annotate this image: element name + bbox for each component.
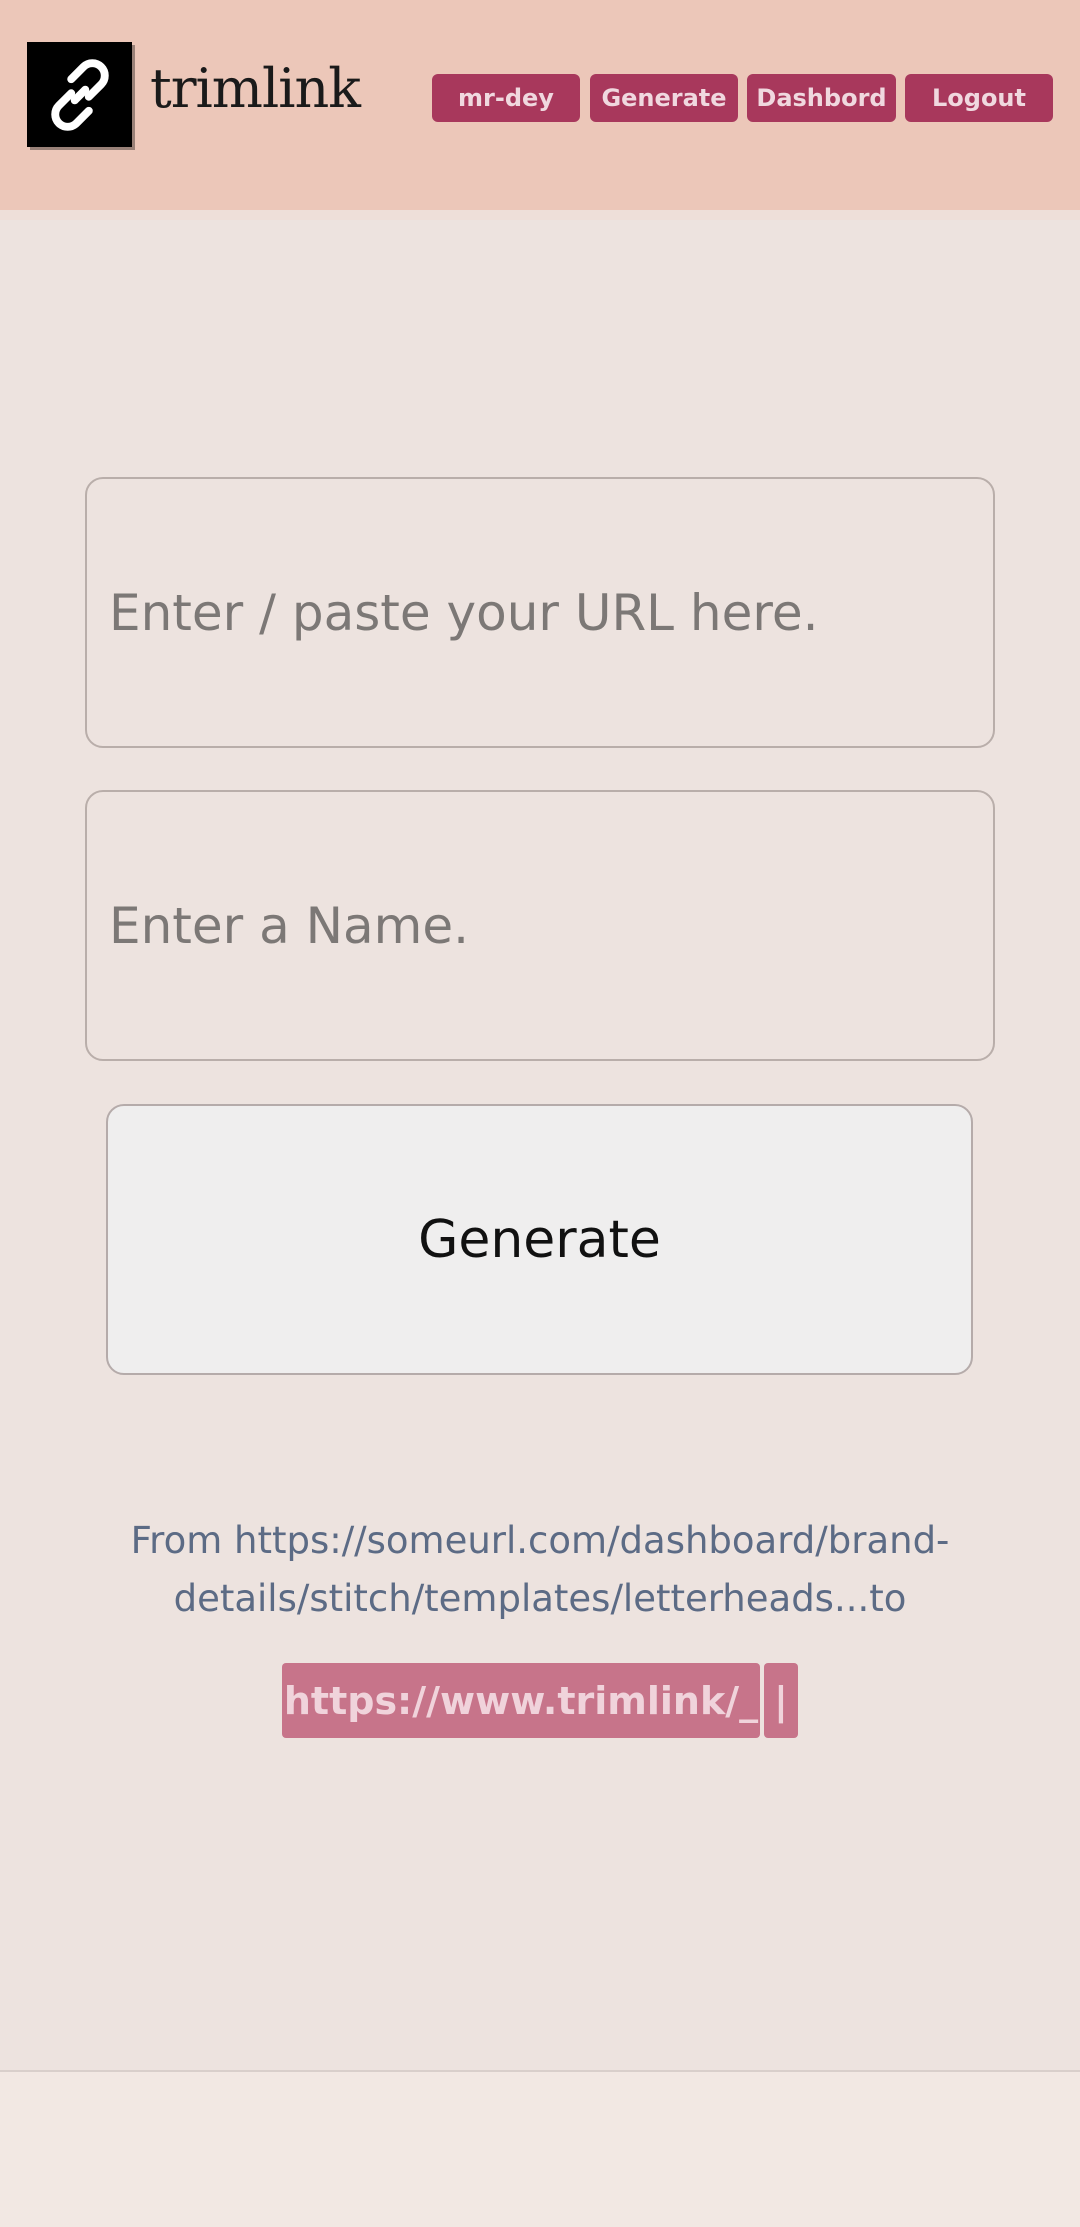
nav-user-button[interactable]: mr-dey (432, 74, 580, 122)
link-icon (50, 58, 109, 131)
page: trimlink mr-dey Generate Dashbord Logout… (0, 0, 1080, 2227)
name-input[interactable] (85, 790, 995, 1061)
nav-generate-button[interactable]: Generate (590, 74, 738, 122)
logo[interactable] (27, 42, 132, 147)
text-cursor: | (764, 1663, 798, 1738)
url-input[interactable] (85, 477, 995, 748)
generate-button[interactable]: Generate (106, 1104, 973, 1375)
nav-logout-button[interactable]: Logout (905, 74, 1053, 122)
nav-dashboard-button[interactable]: Dashbord (747, 74, 896, 122)
short-url-preview: https://www.trimlink/_ (282, 1663, 760, 1738)
footer (0, 2072, 1080, 2227)
from-url-preview: From https://someurl.com/dashboard/brand… (130, 1519, 950, 1620)
brand-name[interactable]: trimlink (150, 62, 361, 116)
main-content: Generate From https://someurl.com/dashbo… (0, 220, 1080, 2072)
top-navbar: trimlink mr-dey Generate Dashbord Logout (0, 0, 1080, 220)
